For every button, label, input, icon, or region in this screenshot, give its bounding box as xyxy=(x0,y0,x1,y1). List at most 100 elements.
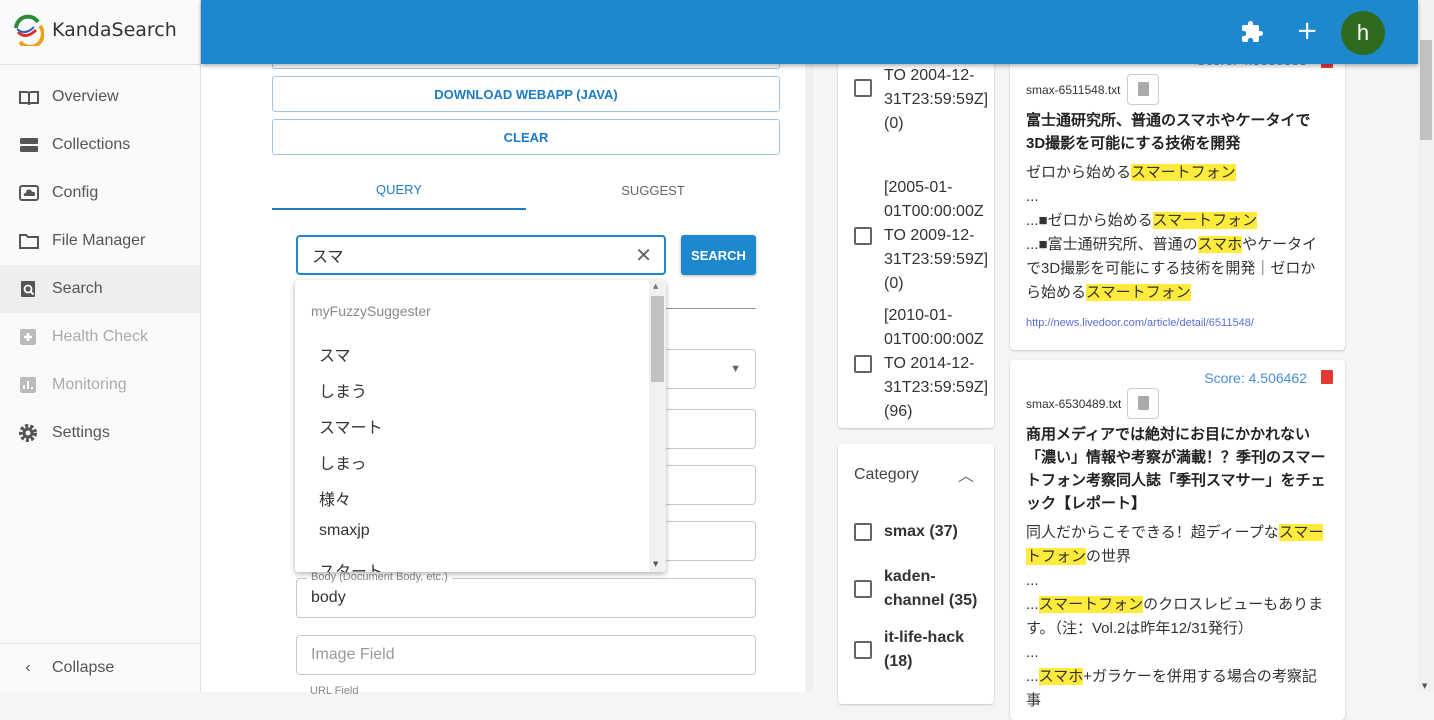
facet-label: [2005-01-01T00:00:00Z TO 2009-12-31T23:5… xyxy=(884,179,989,292)
suggestion-item[interactable]: スマ xyxy=(319,342,351,366)
search-document-icon xyxy=(18,280,38,298)
chevron-up-icon[interactable]: ︿ xyxy=(958,462,974,486)
checkbox[interactable] xyxy=(854,641,872,659)
sidebar-item-label: Overview xyxy=(52,88,119,105)
result-url[interactable]: http://news.livedoor.com/article/detail/… xyxy=(1026,317,1329,329)
category-title: Category xyxy=(854,466,919,483)
result-title[interactable]: 富士通研究所、普通のスマホやケータイで3D撮影を可能にする技術を開発 xyxy=(1026,109,1329,155)
gear-icon xyxy=(18,424,38,442)
collapse-label: Collapse xyxy=(52,659,115,676)
facet-label: [2010-01-01T00:00:00Z TO 2014-12-31T23:5… xyxy=(884,307,989,420)
scroll-up-icon[interactable]: ▲ xyxy=(653,282,658,290)
tab-query[interactable]: QUERY xyxy=(272,170,526,210)
suggestion-item[interactable]: スタート xyxy=(319,558,383,572)
suggestion-item[interactable]: スマート xyxy=(319,414,383,438)
scrollbar-thumb[interactable] xyxy=(651,296,664,382)
sidebar-item-search[interactable]: Search xyxy=(0,265,200,313)
body-field-value: body xyxy=(311,589,346,606)
date-facet-card: 01T00:00:00Z TO 2004-12-31T23:59:59Z] (0… xyxy=(838,20,994,428)
checkbox[interactable] xyxy=(854,580,872,598)
file-name: smax-6511548.txt xyxy=(1026,83,1121,97)
add-icon[interactable]: + xyxy=(1296,16,1318,46)
sidebar-item-label: Settings xyxy=(52,424,110,441)
download-webapp-button[interactable]: DOWNLOAD WEBAPP (JAVA) xyxy=(272,76,780,112)
divider xyxy=(805,0,813,692)
caret-down-icon: ▼ xyxy=(730,363,741,375)
clear-button[interactable]: CLEAR xyxy=(272,119,780,155)
facet-label: kaden-channel (35) xyxy=(884,568,978,609)
suggester-group-label: myFuzzySuggester xyxy=(311,303,431,319)
body-field-label: Body (Document Body, etc.) xyxy=(307,571,452,583)
server-icon xyxy=(18,136,38,154)
avatar[interactable]: h xyxy=(1341,11,1385,55)
query-value: スマ xyxy=(312,249,344,266)
scroll-down-icon[interactable]: ▼ xyxy=(1422,682,1427,690)
scroll-down-icon[interactable]: ▼ xyxy=(653,560,658,568)
tab-suggest[interactable]: SUGGEST xyxy=(526,170,780,210)
url-field-label: URL Field xyxy=(310,685,359,697)
checkbox[interactable] xyxy=(854,227,872,245)
clear-query-icon[interactable]: ✕ xyxy=(635,243,652,268)
page-scrollbar[interactable]: ▼ xyxy=(1418,0,1434,692)
facet-item[interactable]: [2010-01-01T00:00:00Z TO 2014-12-31T23:5… xyxy=(854,304,994,424)
suggestion-item[interactable]: しまう xyxy=(319,378,367,402)
sidebar-item-label: Search xyxy=(52,280,103,297)
sidebar-item-settings[interactable]: Settings xyxy=(0,409,200,457)
facet-item[interactable]: kaden-channel (35) xyxy=(854,565,984,613)
image-field[interactable]: Image Field xyxy=(296,635,756,675)
sidebar-item-health-check[interactable]: Health Check xyxy=(0,313,200,361)
scrollbar-thumb[interactable] xyxy=(1420,40,1432,140)
result-snippet: 同人だからこそできる！超ディープなスマートフォンの世界... ...スマートフォン… xyxy=(1026,524,1324,709)
sidebar-item-label: File Manager xyxy=(52,232,146,249)
query-input[interactable]: スマ ✕ xyxy=(296,235,666,275)
chevron-left-icon: ‹ xyxy=(25,659,31,676)
puzzle-icon[interactable] xyxy=(1240,20,1264,44)
category-facet-card: Category ︿ smax (37) kaden-channel (35) … xyxy=(838,444,994,704)
sidebar-item-file-manager[interactable]: File Manager xyxy=(0,217,200,265)
collapse-button[interactable]: ‹ Collapse xyxy=(0,644,200,692)
sidebar-item-monitoring[interactable]: Monitoring xyxy=(0,361,200,409)
result-card: Score: 4.5858883 smax-6511548.txt 富士通研究所… xyxy=(1010,30,1345,350)
logo[interactable]: KandaSearch xyxy=(12,14,177,46)
sidebar-item-label: Collections xyxy=(52,136,131,153)
kandasearch-logo-icon xyxy=(14,14,44,46)
clipboard-icon[interactable] xyxy=(1127,388,1160,419)
facet-item[interactable]: smax (37) xyxy=(854,520,958,544)
checkbox[interactable] xyxy=(854,355,872,373)
checkbox[interactable] xyxy=(854,79,872,97)
app-name: KandaSearch xyxy=(52,19,177,41)
sidebar-item-label: Config xyxy=(52,184,99,201)
sidebar: KandaSearch Overview Collections Config Fil… xyxy=(0,0,201,692)
result-card: Score: 4.506462 smax-6530489.txt 商用メディアで… xyxy=(1010,360,1345,720)
book-open-icon xyxy=(18,88,39,106)
facet-item[interactable]: [2005-01-01T00:00:00Z TO 2009-12-31T23:5… xyxy=(854,176,994,296)
search-button[interactable]: SEARCH xyxy=(681,235,756,275)
sidebar-item-overview[interactable]: Overview xyxy=(0,73,200,121)
suggestion-item[interactable]: しまっ xyxy=(319,450,366,474)
file-name: smax-6530489.txt xyxy=(1026,397,1122,411)
suggestion-item[interactable]: 様々 xyxy=(319,486,351,510)
suggestion-item[interactable]: smaxjp xyxy=(319,522,370,540)
bar-chart-icon xyxy=(18,376,38,394)
medical-plus-icon xyxy=(18,328,38,346)
suggestion-dropdown: myFuzzySuggester スマしまうスマートしまっ様々 smaxjp スター… xyxy=(295,280,666,572)
folder-icon xyxy=(18,232,39,250)
checkbox[interactable] xyxy=(854,523,872,541)
top-bar: + h xyxy=(201,0,1418,64)
sidebar-item-collections[interactable]: Collections xyxy=(0,121,200,169)
facet-label: smax (37) xyxy=(884,523,958,540)
body-field[interactable]: Body (Document Body, etc.) body xyxy=(296,571,756,618)
cloud-icon xyxy=(18,184,39,202)
clipboard-icon[interactable] xyxy=(1126,74,1159,105)
facet-label: it-life-hack (18) xyxy=(884,629,965,670)
sidebar-item-label: Health Check xyxy=(52,328,149,345)
score: Score: 4.506462 xyxy=(1204,370,1307,386)
sidebar-item-config[interactable]: Config xyxy=(0,169,200,217)
image-field-placeholder: Image Field xyxy=(311,646,395,663)
delete-icon[interactable] xyxy=(1321,370,1333,384)
dropdown-scrollbar[interactable]: ▲ ▼ xyxy=(649,280,666,572)
result-snippet: ゼロから始めるスマートフォン... ...■ゼロから始めるスマートフォン ...■富… xyxy=(1026,164,1318,301)
facet-item[interactable]: it-life-hack (18) xyxy=(854,626,984,674)
sidebar-item-label: Monitoring xyxy=(52,376,127,393)
result-title[interactable]: 商用メディアでは絶対にお目にかかれない「濃い」情報や考察が満載！？季刊のスマート… xyxy=(1026,423,1329,515)
